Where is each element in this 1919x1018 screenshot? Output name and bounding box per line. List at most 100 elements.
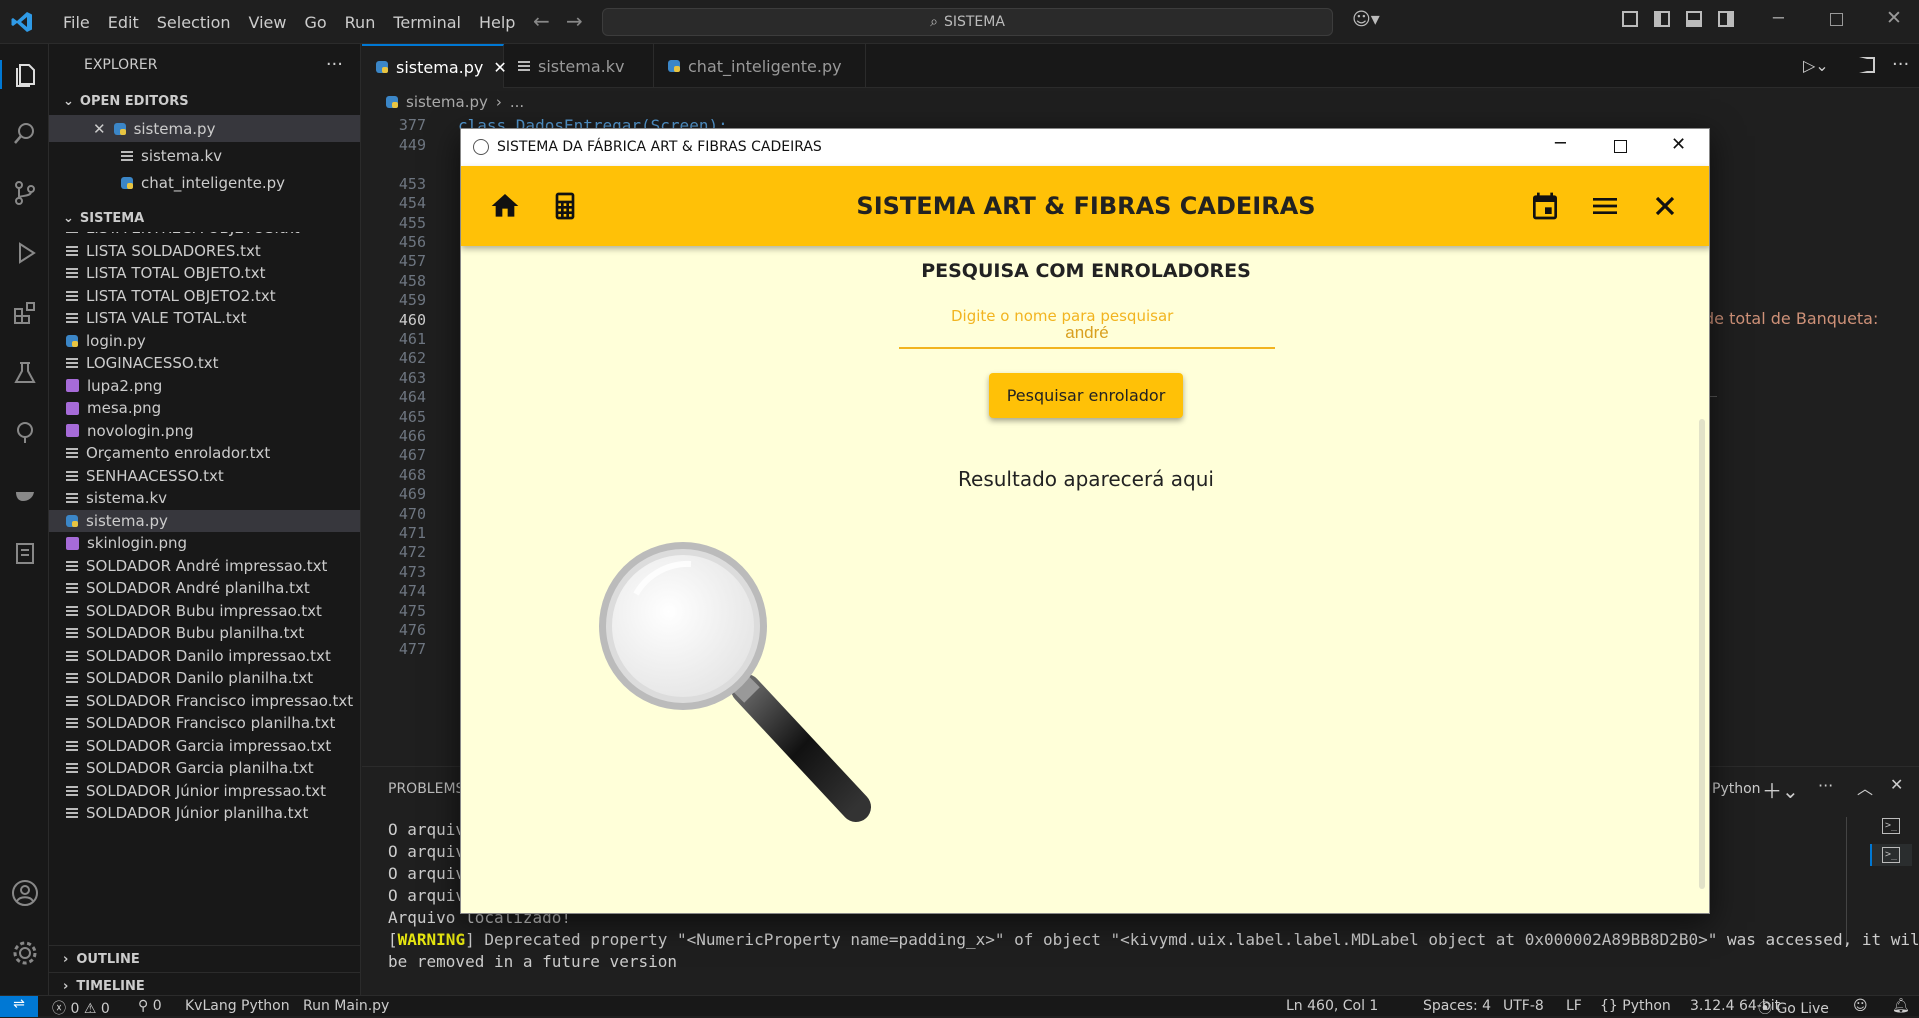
customize-layout-icon[interactable] [1622,11,1638,27]
name-search-input[interactable] [899,319,1275,349]
app-maximize-icon[interactable] [1614,140,1627,153]
file-item[interactable]: SOLDADOR André impressao.txt [49,555,360,577]
file-item[interactable]: SOLDADOR Garcia impressao.txt [49,735,360,757]
open-editors-section[interactable]: ⌄ OPEN EDITORS [49,88,360,115]
file-item[interactable]: SOLDADOR Bubu impressao.txt [49,600,360,622]
file-item[interactable]: SOLDADOR Danilo impressao.txt [49,645,360,667]
maximize-panel-icon[interactable]: ︿ [1857,775,1873,799]
problems-tab[interactable]: PROBLEMS [388,781,464,797]
file-item[interactable]: lupa2.png [49,375,360,397]
back-arrow-icon[interactable]: ← [533,9,550,33]
calculator-icon[interactable] [549,190,581,222]
toggle-secondary-sidebar-icon[interactable] [1718,11,1734,27]
copilot-icon[interactable]: ☺▾ [1352,9,1380,30]
run-main-status[interactable]: Run Main.py [303,998,389,1014]
search-view-icon[interactable] [10,118,39,147]
notifications-bell-icon[interactable]: 🔔︎ [1892,998,1910,1014]
language-mode[interactable]: {} Python [1600,998,1671,1014]
menu-edit[interactable]: Edit [99,13,148,32]
tab-sistema-kv[interactable]: sistema.kv [504,44,654,88]
app-close-icon[interactable]: ✕ [1671,134,1686,155]
docker-icon[interactable] [10,478,39,507]
file-item[interactable]: SOLDADOR Garcia planilha.txt [49,757,360,779]
file-item[interactable]: sistema.py [49,509,360,532]
open-editor-item[interactable]: chat_inteligente.py [49,169,360,196]
panel-more-icon[interactable]: ··· [1818,776,1833,795]
menu-file[interactable]: File [54,13,99,32]
tab-sistema-py[interactable]: sistema.py ✕ [362,44,507,88]
file-item[interactable]: SOLDADOR Francisco impressao.txt [49,690,360,712]
editor-more-icon[interactable]: ··· [1892,54,1909,75]
file-item[interactable]: LOGINACESSO.txt [49,352,360,374]
indentation[interactable]: Spaces: 4 [1423,998,1491,1014]
ports-indicator[interactable]: ⚲ 0 [138,998,162,1014]
close-app-icon[interactable] [1649,190,1681,222]
testing-icon[interactable] [10,358,39,387]
split-editor-icon[interactable] [1859,57,1875,73]
breadcrumb-rest[interactable]: ... [510,93,524,111]
toggle-panel-icon[interactable] [1686,11,1702,27]
file-item[interactable]: novologin.png [49,420,360,442]
tab-chat-inteligente-py[interactable]: chat_inteligente.py [654,44,866,88]
explorer-icon[interactable] [0,60,49,89]
menu-hamburger-icon[interactable] [1589,190,1621,222]
close-panel-icon[interactable]: ✕ [1890,775,1903,794]
open-editor-item[interactable]: ✕ sistema.py [49,115,360,142]
breadcrumb-file[interactable]: sistema.py [406,93,488,111]
file-item[interactable]: SOLDADOR André planilha.txt [49,577,360,599]
file-item[interactable]: LISTA VALE TOTAL.txt [49,307,360,329]
file-item[interactable]: SOLDADOR Francisco planilha.txt [49,712,360,734]
file-item[interactable]: login.py [49,330,360,352]
extensions-icon[interactable] [10,298,39,327]
open-editor-item[interactable]: sistema.kv [49,142,360,169]
more-actions-icon[interactable]: ··· [326,54,343,75]
menu-terminal[interactable]: Terminal [384,13,470,32]
file-item[interactable]: LISTA SOLDADORES.txt [49,240,360,262]
file-item[interactable]: mesa.png [49,397,360,419]
file-item[interactable]: SOLDADOR Júnior impressao.txt [49,780,360,802]
restore-icon[interactable] [1830,13,1843,26]
file-item[interactable]: skinlogin.png [49,532,360,554]
kvlang-status[interactable]: KvLang Python [185,998,290,1014]
file-item[interactable]: SENHAACESSO.txt [49,465,360,487]
accounts-icon[interactable] [10,878,39,907]
file-item[interactable]: sistema.kv [49,487,360,509]
copilot-status-icon[interactable]: ☺ [1853,998,1868,1014]
menu-help[interactable]: Help [470,13,524,32]
menu-view[interactable]: View [240,13,296,32]
file-item[interactable]: LISTA ENTREGA OBJETOS.txt [49,232,360,239]
home-icon[interactable] [489,190,521,222]
close-icon[interactable]: ✕ [93,120,106,138]
source-control-icon[interactable] [10,178,39,207]
folder-section[interactable]: ⌄ SISTEMA [49,205,360,232]
minimize-icon[interactable]: ─ [1773,8,1784,29]
settings-gear-icon[interactable] [10,938,39,967]
app-scrollbar[interactable] [1699,419,1705,889]
file-item[interactable]: LISTA TOTAL OBJETO.txt [49,262,360,284]
file-item[interactable]: LISTA TOTAL OBJETO2.txt [49,285,360,307]
run-file-icon[interactable]: ▷⌄ [1803,56,1829,75]
remote-indicator-icon[interactable]: ⇌ [0,996,38,1017]
toggle-sidebar-icon[interactable] [1654,11,1670,27]
file-item[interactable]: SOLDADOR Júnior planilha.txt [49,802,360,824]
problems-indicator[interactable]: ⓧ 0 ⚠ 0 [52,998,110,1018]
command-center-search[interactable]: ⌕ SISTEMA [602,8,1333,36]
calendar-icon[interactable] [1529,190,1561,222]
clipboard-icon[interactable] [10,538,39,567]
file-item[interactable]: SOLDADOR Bubu planilha.txt [49,622,360,644]
run-debug-icon[interactable] [10,238,39,267]
outline-section[interactable]: › OUTLINE [49,945,360,972]
encoding[interactable]: UTF-8 [1503,998,1544,1014]
menu-run[interactable]: Run [336,13,385,32]
search-enrolador-button[interactable]: Pesquisar enrolador [989,373,1183,418]
terminal-icon[interactable]: >_ [1882,818,1900,834]
app-minimize-icon[interactable]: ─ [1555,133,1566,154]
menu-selection[interactable]: Selection [148,13,240,32]
file-item[interactable]: SOLDADOR Danilo planilha.txt [49,667,360,689]
remote-explorer-icon[interactable] [10,418,39,447]
new-terminal-icon[interactable]: ＋⌄ [1762,775,1799,804]
cursor-position[interactable]: Ln 460, Col 1 [1286,998,1378,1014]
timeline-section[interactable]: › TIMELINE [49,972,360,995]
forward-arrow-icon[interactable]: → [566,9,583,33]
end-of-line[interactable]: LF [1566,998,1582,1014]
